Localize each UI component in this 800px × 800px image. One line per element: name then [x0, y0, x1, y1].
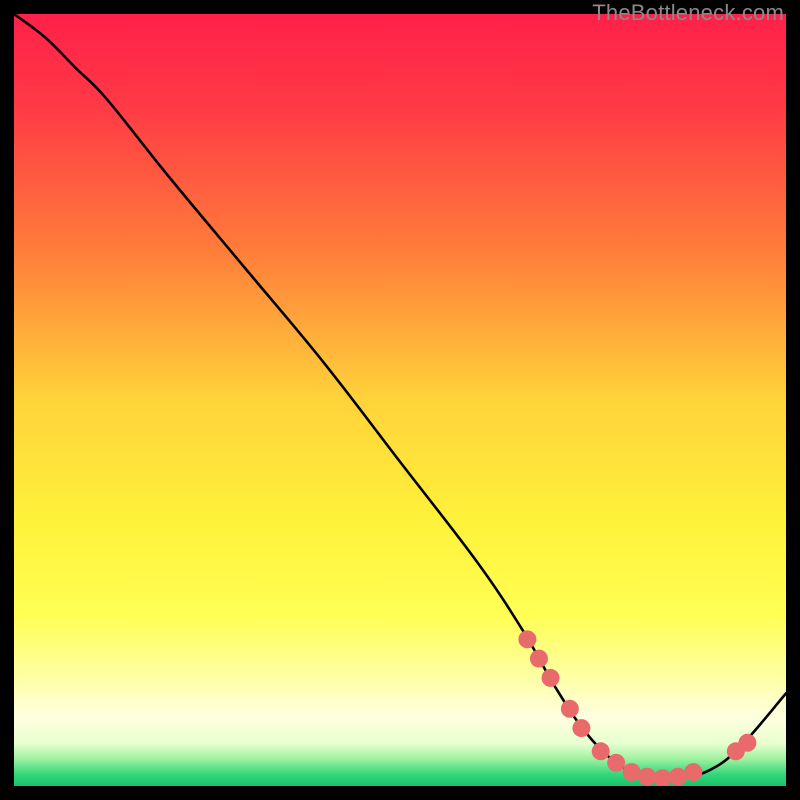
curve-marker: [530, 650, 548, 668]
curve-marker: [684, 763, 702, 781]
curve-marker: [607, 754, 625, 772]
curve-marker: [542, 669, 560, 687]
watermark-text: TheBottleneck.com: [592, 0, 784, 26]
curve-marker: [572, 719, 590, 737]
curve-marker: [738, 734, 756, 752]
curve-marker: [561, 700, 579, 718]
bottleneck-chart: [14, 14, 786, 786]
curve-marker: [623, 763, 641, 781]
curve-marker: [592, 742, 610, 760]
curve-marker: [638, 768, 656, 786]
plot-background: [14, 14, 786, 786]
chart-frame: [14, 14, 786, 786]
curve-marker: [518, 630, 536, 648]
curve-marker: [669, 768, 687, 786]
